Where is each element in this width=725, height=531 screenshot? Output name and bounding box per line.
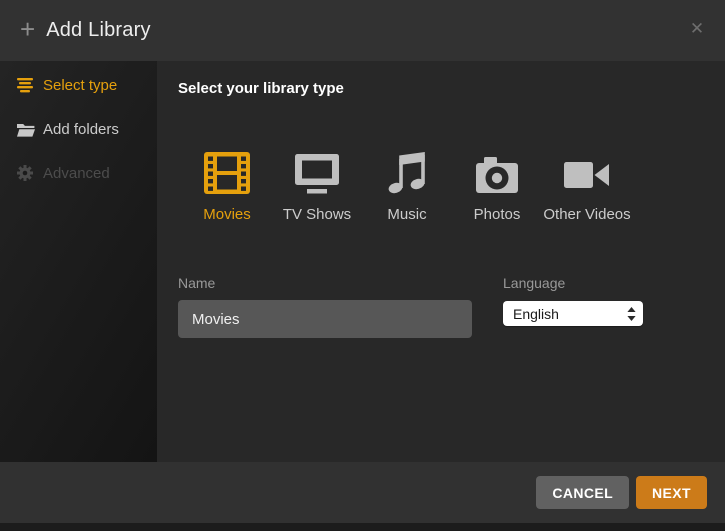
language-select-value: English — [513, 306, 627, 322]
folder-icon — [17, 122, 36, 137]
library-name-input[interactable] — [178, 300, 472, 338]
sidebar-item-label: Add folders — [43, 121, 119, 138]
language-field-group: Language English — [503, 275, 643, 338]
video-camera-icon — [564, 150, 610, 194]
sidebar-item-select-type[interactable]: Select type — [0, 63, 157, 107]
type-tile-label: Movies — [203, 206, 251, 223]
camera-icon — [475, 150, 519, 194]
type-tile-music[interactable]: Music — [362, 150, 452, 223]
close-icon[interactable]: ✕ — [686, 18, 708, 40]
film-strip-icon — [204, 150, 250, 194]
gear-icon — [17, 165, 36, 181]
music-note-icon — [387, 150, 427, 194]
type-tile-label: Photos — [474, 206, 521, 223]
type-tile-label: Other Videos — [543, 206, 630, 223]
library-type-row: Movies TV Shows — [182, 150, 725, 223]
type-tile-other-videos[interactable]: Other Videos — [542, 150, 632, 223]
select-arrows-icon — [627, 307, 636, 321]
sidebar-item-advanced: Advanced — [0, 151, 157, 195]
language-select[interactable]: English — [503, 301, 643, 326]
name-field-group: Name — [178, 275, 472, 338]
panel-heading: Select your library type — [178, 80, 725, 97]
name-field-label: Name — [178, 275, 472, 291]
fields-row: Name Language English — [178, 275, 725, 338]
sidebar-item-add-folders[interactable]: Add folders — [0, 107, 157, 151]
type-tile-label: TV Shows — [283, 206, 351, 223]
cancel-button[interactable]: CANCEL — [536, 476, 629, 509]
next-button[interactable]: NEXT — [636, 476, 707, 509]
dialog-header: + Add Library ✕ — [0, 0, 725, 61]
page-background-strip — [0, 523, 725, 531]
type-tile-photos[interactable]: Photos — [452, 150, 542, 223]
dialog-footer: CANCEL NEXT — [0, 462, 725, 523]
type-tile-tv-shows[interactable]: TV Shows — [272, 150, 362, 223]
language-field-label: Language — [503, 275, 643, 291]
sidebar-item-label: Select type — [43, 77, 117, 94]
list-lines-icon — [17, 78, 36, 93]
add-library-dialog: + Add Library ✕ Select type — [0, 0, 725, 531]
plus-icon: + — [20, 16, 35, 42]
wizard-steps-sidebar: Select type Add folders — [0, 61, 157, 462]
select-type-panel: Select your library type — [157, 61, 725, 462]
type-tile-movies[interactable]: Movies — [182, 150, 272, 223]
tv-monitor-icon — [294, 150, 340, 194]
type-tile-label: Music — [387, 206, 426, 223]
dialog-title: Add Library — [46, 19, 150, 42]
dialog-body: Select type Add folders — [0, 61, 725, 462]
sidebar-item-label: Advanced — [43, 165, 110, 182]
